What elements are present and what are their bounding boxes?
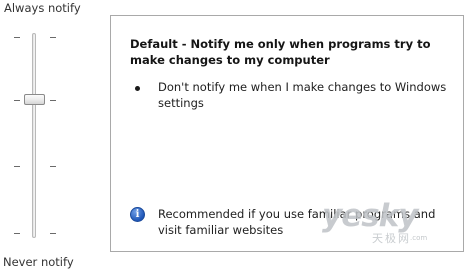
slider-tick-right: [50, 37, 56, 38]
slider-tick-left: [14, 233, 20, 234]
slider-bottom-label: Never notify: [3, 255, 74, 269]
panel-title: Default - Notify me only when programs t…: [130, 37, 431, 67]
bullet-text: Don't notify me when I make changes to W…: [158, 80, 447, 110]
slider-tick-left: [14, 100, 20, 101]
slider-track[interactable]: [32, 33, 36, 238]
info-icon: i: [130, 207, 145, 222]
bullet-icon: [135, 86, 140, 91]
slider-tick-right: [50, 166, 56, 167]
slider-thumb[interactable]: [24, 94, 45, 105]
slider-tick-left: [14, 166, 20, 167]
slider-tick-right: [50, 233, 56, 234]
slider-tick-right: [50, 100, 56, 101]
notification-description-panel: Default - Notify me only when programs t…: [110, 15, 464, 252]
recommendation-text: Recommended if you use familiar programs…: [158, 207, 436, 237]
slider-top-label: Always notify: [4, 1, 81, 15]
slider-tick-left: [14, 37, 20, 38]
